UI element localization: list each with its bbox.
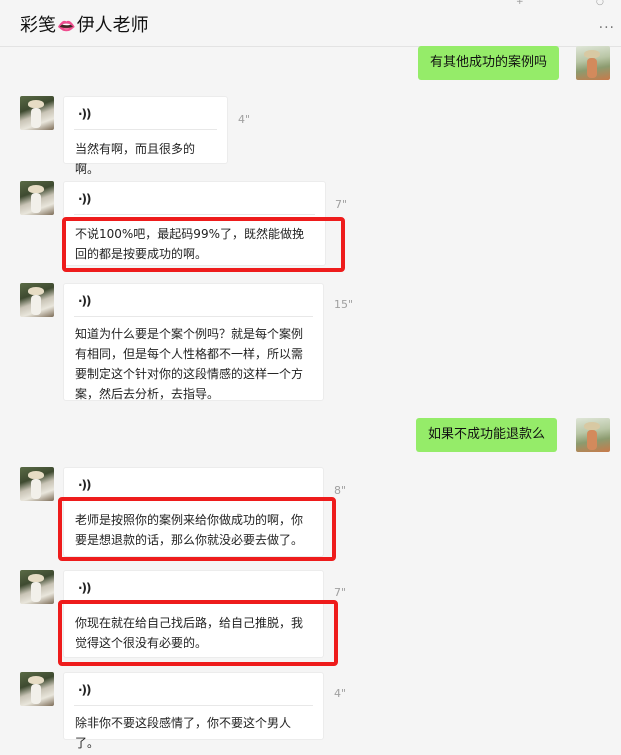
teacher-avatar[interactable] [20, 672, 54, 706]
top-glyph-b: ○ [596, 0, 604, 7]
red-highlight-box [62, 217, 345, 272]
voice-wave-icon: ·)) [78, 683, 91, 697]
more-options-button[interactable]: ... [599, 16, 615, 32]
teacher-avatar[interactable] [20, 181, 54, 215]
divider [74, 316, 313, 317]
voice-wave-icon: ·)) [78, 107, 91, 121]
title-name-part1: 彩笺 [20, 15, 56, 36]
my-avatar[interactable] [576, 46, 610, 80]
teacher-avatar[interactable] [20, 96, 54, 130]
chat-title: 彩笺👄伊人老师 [20, 11, 149, 37]
voice-message[interactable]: ·)) 除非你不要这段感情了，你不要这个男人了。 [63, 672, 324, 750]
teacher-avatar[interactable] [20, 467, 54, 501]
voice-duration: 4" [334, 687, 347, 700]
voice-duration: 4" [238, 113, 251, 126]
voice-wave-icon: ·)) [78, 581, 91, 595]
voice-transcript: 知道为什么要是个案个例吗？就是每个案例有相同，但是每个人性格都不一样，所以需要制… [75, 327, 304, 401]
top-glyph-a: + [516, 0, 524, 7]
voice-transcript: 除非你不要这段感情了，你不要这个男人了。 [75, 716, 292, 750]
teacher-avatar[interactable] [20, 570, 54, 604]
voice-duration: 7" [335, 198, 348, 211]
voice-wave-icon: ·)) [78, 192, 91, 206]
voice-transcript: 当然有啊，而且很多的啊。 [75, 142, 196, 176]
voice-duration: 7" [334, 586, 347, 599]
outgoing-message[interactable]: 如果不成功能退款么 [416, 418, 558, 452]
voice-message[interactable]: ·)) 当然有啊，而且很多的啊。 [63, 96, 228, 176]
red-highlight-box [58, 600, 338, 666]
voice-wave-icon: ·)) [78, 294, 91, 308]
my-avatar[interactable] [576, 418, 610, 452]
red-highlight-box [58, 497, 336, 561]
voice-wave-icon: ·)) [78, 478, 91, 492]
divider [74, 705, 313, 706]
voice-duration: 15" [334, 298, 354, 311]
title-name-part2: 伊人老师 [76, 15, 149, 36]
divider [74, 214, 315, 215]
voice-message[interactable]: ·)) 知道为什么要是个案个例吗？就是每个案例有相同，但是每个人性格都不一样，所… [63, 283, 324, 401]
outgoing-message[interactable]: 有其他成功的案例吗 [418, 46, 560, 80]
voice-duration: 8" [334, 484, 347, 497]
teacher-avatar[interactable] [20, 283, 54, 317]
chat-header: 彩笺👄伊人老师 + ○ ... [0, 0, 621, 47]
lips-emoji: 👄 [57, 17, 76, 35]
divider [74, 129, 217, 130]
